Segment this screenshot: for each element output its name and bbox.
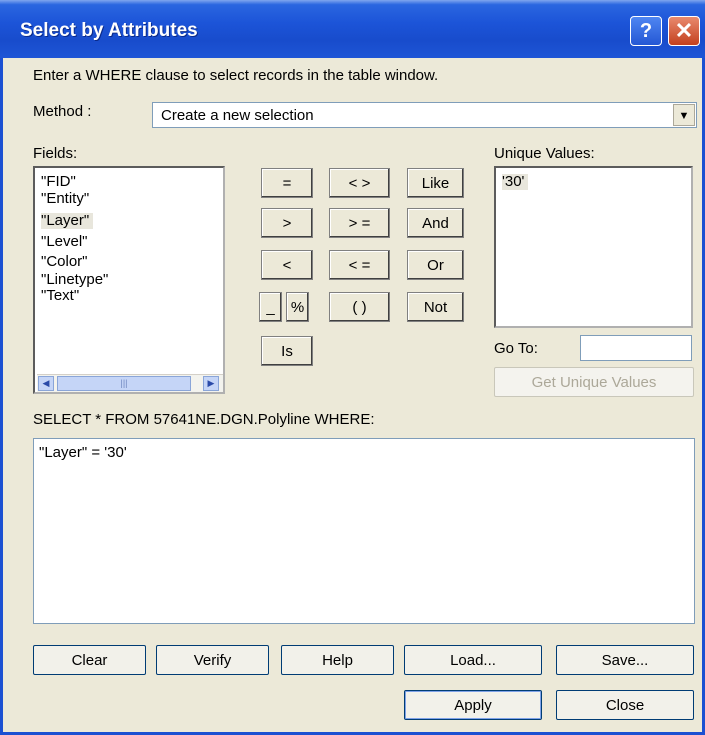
unique-values-label: Unique Values: — [494, 145, 595, 162]
like-button[interactable]: Like — [407, 168, 464, 198]
scroll-left-icon[interactable]: ◀ — [38, 376, 54, 391]
not-equals-button[interactable]: < > — [329, 168, 390, 198]
method-label: Method : — [33, 103, 92, 120]
goto-input[interactable] — [580, 335, 692, 361]
is-button[interactable]: Is — [261, 336, 313, 366]
or-button[interactable]: Or — [407, 250, 464, 280]
field-item-linetype[interactable]: "Linetype" — [41, 272, 108, 288]
fields-list[interactable]: "FID" "Entity" "Layer" "Level" "Color" "… — [33, 166, 225, 394]
instruction-text: Enter a WHERE clause to select records i… — [33, 67, 439, 84]
less-than-button[interactable]: < — [261, 250, 313, 280]
field-item-entity[interactable]: "Entity" — [41, 191, 89, 207]
less-equal-button[interactable]: < = — [329, 250, 390, 280]
percent-wildcard-button[interactable]: % — [286, 292, 309, 322]
fields-label: Fields: — [33, 145, 78, 162]
greater-than-button[interactable]: > — [261, 208, 313, 238]
close-button[interactable]: Close — [556, 690, 694, 720]
fields-horizontal-scrollbar[interactable]: ◀ ||| ▶ — [37, 374, 223, 392]
field-item-layer[interactable]: "Layer" — [41, 213, 94, 229]
unique-values-list[interactable]: '30' — [494, 166, 693, 328]
field-item-level[interactable]: "Level" — [41, 234, 88, 250]
scroll-thumb[interactable]: ||| — [57, 376, 191, 391]
title-bar: Select by Attributes ? ✕ — [0, 0, 705, 58]
window-title: Select by Attributes — [20, 20, 198, 41]
greater-equal-button[interactable]: > = — [329, 208, 390, 238]
help-button[interactable]: Help — [281, 645, 394, 675]
load-button[interactable]: Load... — [404, 645, 542, 675]
where-clause-text: "Layer" = '30' — [39, 444, 127, 461]
save-button[interactable]: Save... — [556, 645, 694, 675]
chevron-down-icon[interactable]: ▼ — [673, 104, 695, 126]
close-window-button[interactable]: ✕ — [668, 16, 700, 46]
scroll-right-icon[interactable]: ▶ — [203, 376, 219, 391]
get-unique-values-button[interactable]: Get Unique Values — [494, 367, 694, 397]
field-item-fid[interactable]: "FID" — [41, 174, 76, 190]
where-clause-textarea[interactable]: "Layer" = '30' — [33, 438, 695, 624]
field-item-color[interactable]: "Color" — [41, 254, 88, 270]
unique-value-item[interactable]: '30' — [502, 174, 529, 190]
method-value: Create a new selection — [161, 107, 314, 124]
and-button[interactable]: And — [407, 208, 464, 238]
query-header: SELECT * FROM 57641NE.DGN.Polyline WHERE… — [33, 411, 375, 428]
underscore-wildcard-button[interactable]: _ — [259, 292, 282, 322]
parentheses-button[interactable]: ( ) — [329, 292, 390, 322]
not-button[interactable]: Not — [407, 292, 464, 322]
goto-label: Go To: — [494, 340, 538, 357]
clear-button[interactable]: Clear — [33, 645, 146, 675]
help-title-button[interactable]: ? — [630, 16, 662, 46]
verify-button[interactable]: Verify — [156, 645, 269, 675]
method-dropdown[interactable]: Create a new selection ▼ — [152, 102, 697, 128]
apply-button[interactable]: Apply — [404, 690, 542, 720]
equals-button[interactable]: = — [261, 168, 313, 198]
field-item-text[interactable]: "Text" — [41, 288, 79, 304]
